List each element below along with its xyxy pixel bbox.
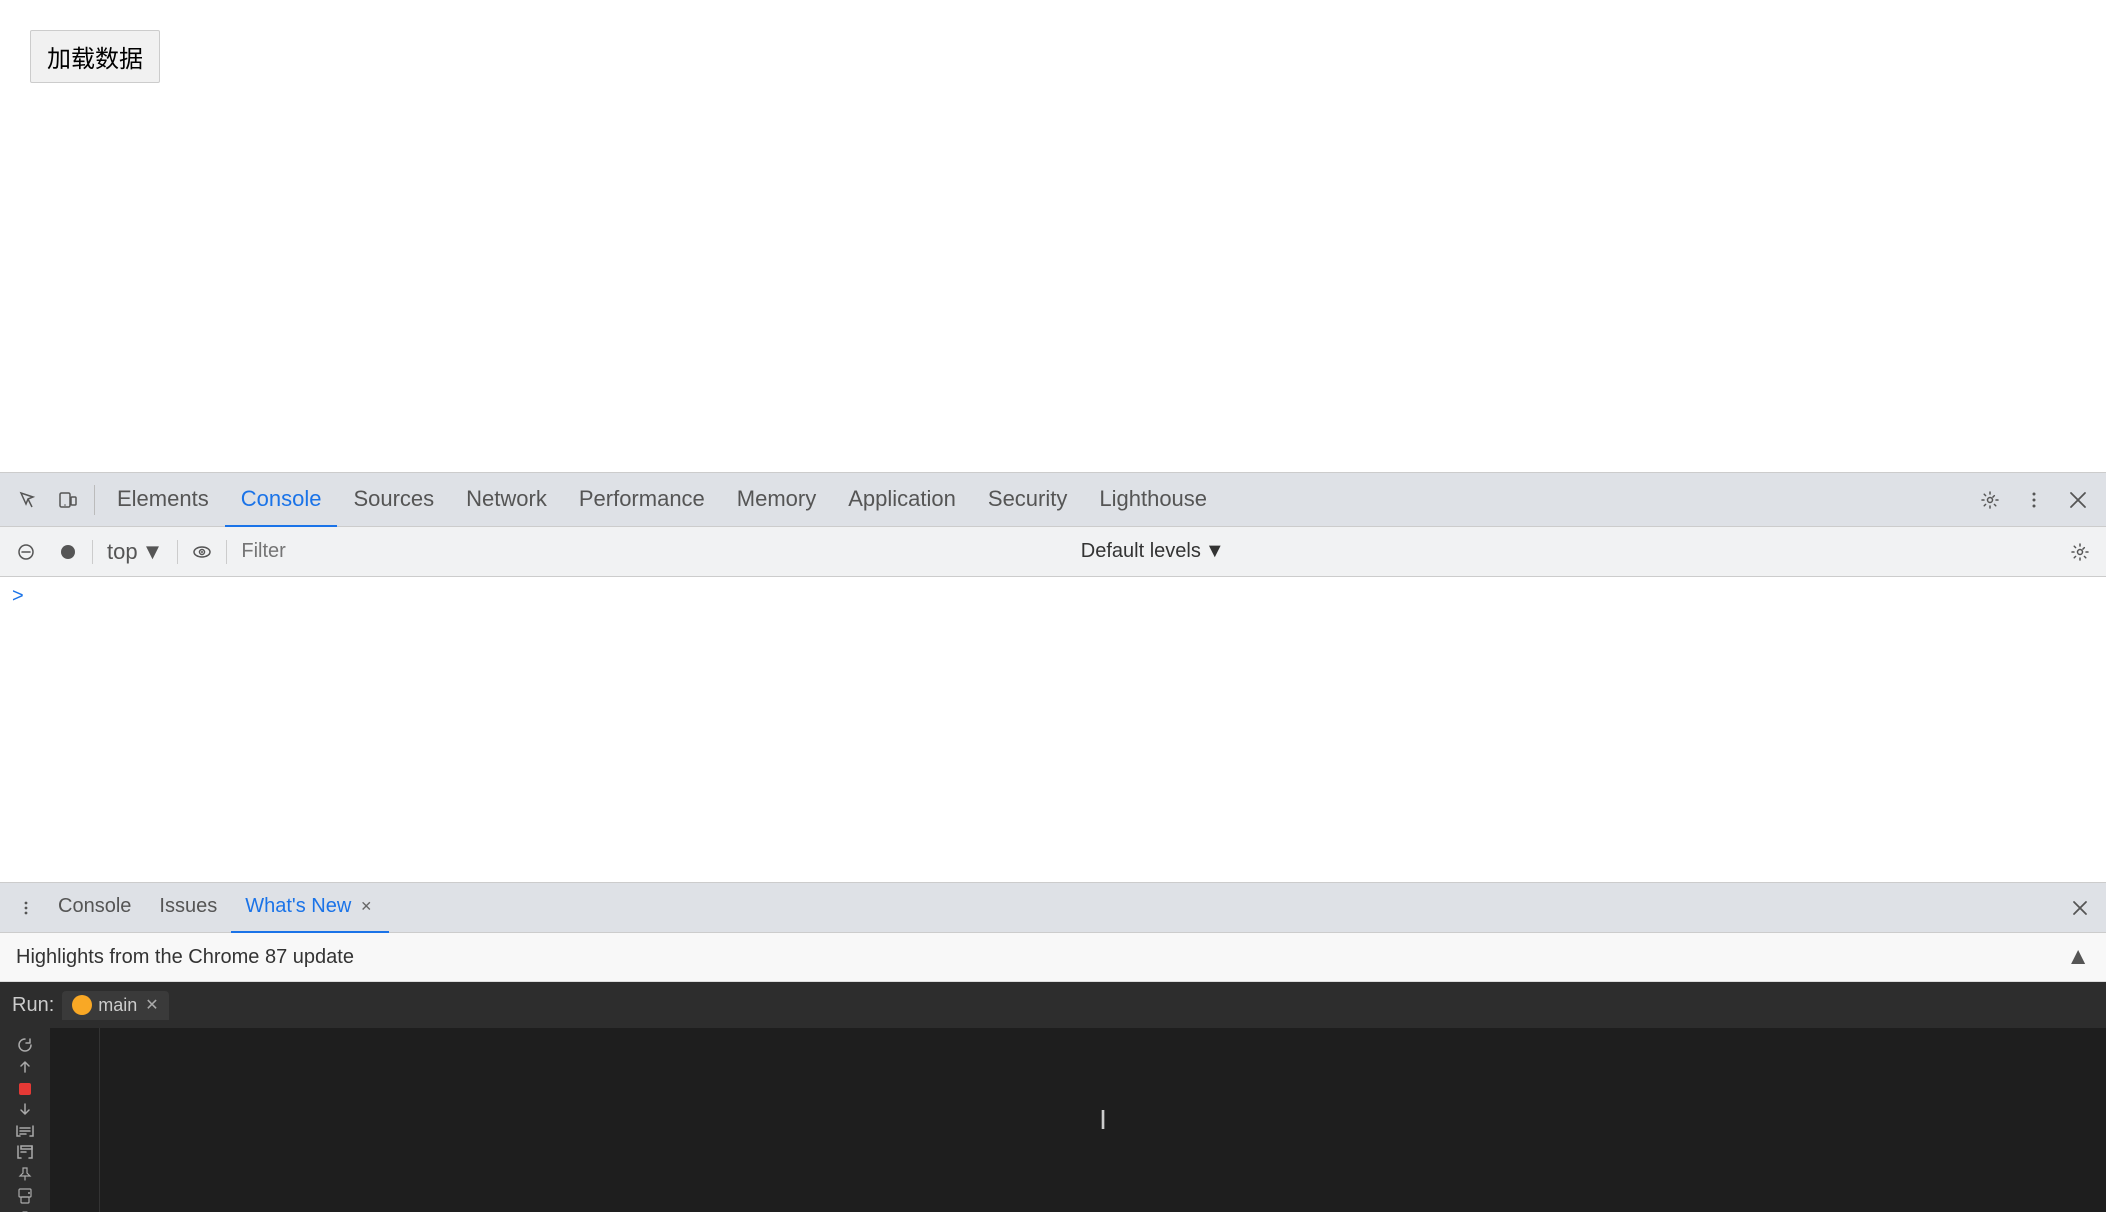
run-label: Run:: [12, 994, 54, 1017]
devtools-right-icons: [1970, 480, 2098, 520]
drawer-tab-console[interactable]: Console: [44, 883, 145, 933]
drawer-tab-issues[interactable]: Issues: [145, 883, 231, 933]
tab-performance[interactable]: Performance: [563, 473, 721, 527]
prompt-symbol: >: [12, 585, 24, 608]
context-value: top: [107, 539, 138, 565]
run-tab-label: main: [98, 995, 137, 1016]
side-toolbar: [0, 1028, 50, 1212]
tab-lighthouse[interactable]: Lighthouse: [1083, 473, 1223, 527]
close-drawer-icon[interactable]: [2062, 890, 2098, 926]
tab-memory[interactable]: Memory: [721, 473, 832, 527]
code-editor[interactable]: I: [50, 1028, 2106, 1212]
snippets-icon[interactable]: [7, 1124, 43, 1138]
console-toolbar: top ▼ Default levels ▼: [0, 527, 2106, 577]
print-icon[interactable]: [7, 1188, 43, 1204]
levels-dropdown-icon: ▼: [1205, 540, 1225, 563]
editor-gutter: [50, 1028, 100, 1212]
settings-icon[interactable]: [1970, 480, 2010, 520]
step-down-icon[interactable]: [7, 1102, 43, 1118]
close-devtools-icon[interactable]: [2058, 480, 2098, 520]
drawer-banner-collapse-icon[interactable]: ▲: [2066, 943, 2090, 971]
tab-application[interactable]: Application: [832, 473, 972, 527]
run-tab[interactable]: main ✕: [62, 991, 168, 1020]
drawer-tab-whats-new-close[interactable]: ✕: [357, 898, 375, 916]
clear-console-icon[interactable]: [8, 534, 44, 570]
context-selector[interactable]: top ▼: [99, 535, 171, 569]
toolbar-separator-2: [177, 540, 178, 564]
run-bar: Run: main ✕: [0, 982, 2106, 1028]
devtools-tab-bar: Elements Console Sources Network Perform…: [0, 473, 2106, 527]
toolbar-separator-3: [226, 540, 227, 564]
drawer-banner: Highlights from the Chrome 87 update ▲: [0, 933, 2106, 982]
tab-network[interactable]: Network: [450, 473, 563, 527]
run-snippet-icon[interactable]: [7, 1144, 43, 1160]
tab-separator-1: [94, 485, 95, 515]
drawer-tab-bar: Console Issues What's New ✕: [0, 883, 2106, 933]
log-levels-dropdown[interactable]: Default levels ▼: [1071, 536, 1235, 567]
console-content-area: >: [0, 577, 2106, 882]
log-levels-label: Default levels: [1081, 540, 1201, 563]
pin-icon[interactable]: [7, 1166, 43, 1182]
drawer-tab-whats-new-label: What's New: [245, 895, 351, 918]
tab-sources[interactable]: Sources: [337, 473, 450, 527]
filter-input[interactable]: [233, 536, 1064, 568]
drawer-tab-issues-label: Issues: [159, 895, 217, 918]
bottom-drawer: Console Issues What's New ✕ Highlights f…: [0, 882, 2106, 1212]
stop-icon[interactable]: [7, 1082, 43, 1096]
inspect-element-icon[interactable]: [8, 480, 48, 520]
tab-console[interactable]: Console: [225, 473, 338, 527]
tab-elements[interactable]: Elements: [101, 473, 225, 527]
console-settings-icon[interactable]: [2062, 534, 2098, 570]
live-expressions-icon[interactable]: [184, 534, 220, 570]
editor-content[interactable]: I: [100, 1028, 2106, 1212]
tab-security[interactable]: Security: [972, 473, 1083, 527]
run-tab-close-icon[interactable]: ✕: [145, 995, 158, 1015]
load-data-button[interactable]: 加载数据: [30, 30, 160, 83]
more-options-icon[interactable]: [2014, 480, 2054, 520]
console-prompt: >: [0, 581, 2106, 612]
drawer-banner-text: Highlights from the Chrome 87 update: [16, 946, 354, 969]
browser-page-content: 加载数据: [0, 0, 2106, 470]
step-up-icon[interactable]: [7, 1060, 43, 1076]
stop-recording-icon[interactable]: [50, 534, 86, 570]
drawer-more-icon[interactable]: [8, 890, 44, 926]
context-dropdown-icon: ▼: [142, 539, 164, 565]
devtools-panel: Elements Console Sources Network Perform…: [0, 472, 2106, 1212]
python-icon: [72, 995, 92, 1015]
device-toggle-icon[interactable]: [48, 480, 88, 520]
toolbar-separator-1: [92, 540, 93, 564]
drawer-tab-whats-new[interactable]: What's New ✕: [231, 883, 389, 933]
text-cursor: I: [1099, 1104, 1107, 1136]
drawer-tab-console-label: Console: [58, 895, 131, 918]
restart-icon[interactable]: [7, 1036, 43, 1054]
